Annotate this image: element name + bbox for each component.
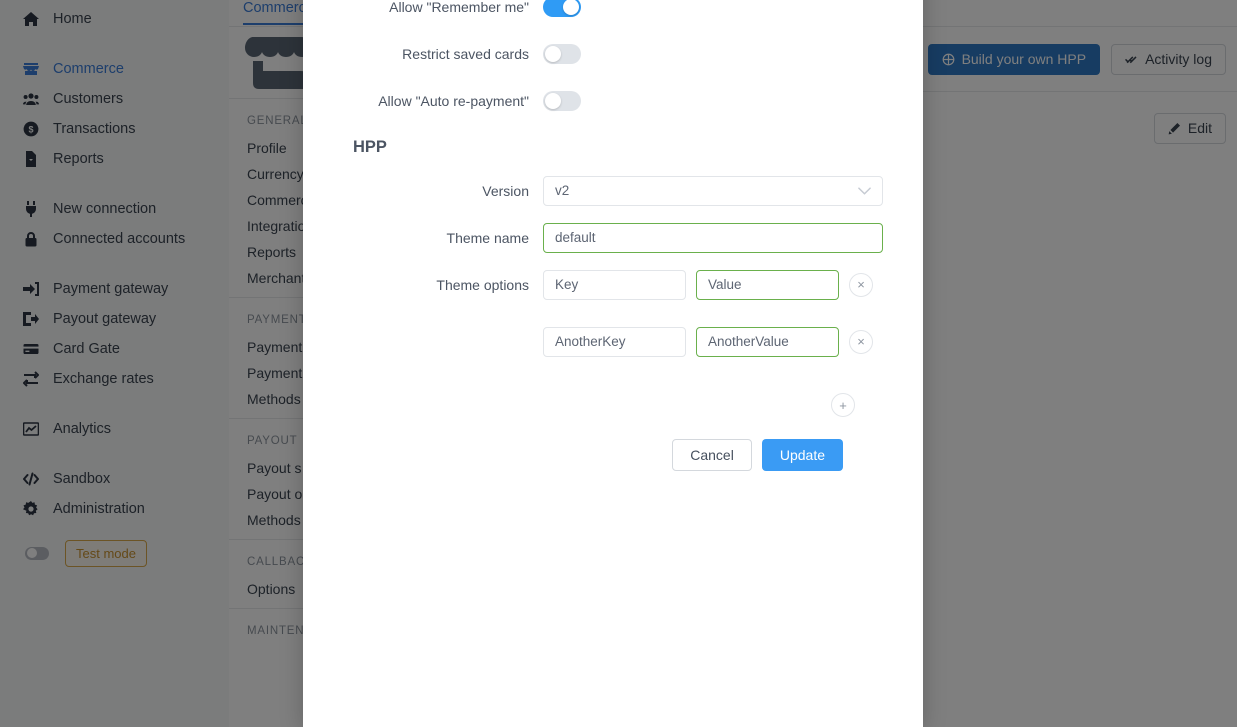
- toggle-row-allow-auto-repayment: Allow "Auto re-payment": [343, 77, 883, 124]
- field-row-theme-options-1: Theme options Key Value ×: [343, 261, 883, 308]
- app-root: Home Commerce Customers $ Transaction: [0, 0, 1237, 727]
- add-theme-option-button[interactable]: +: [831, 393, 855, 417]
- theme-option-value-input[interactable]: Value: [696, 269, 839, 300]
- allow-auto-repayment-toggle[interactable]: [543, 90, 581, 111]
- field-row-theme-options-2: AnotherKey AnotherValue ×: [343, 308, 883, 375]
- version-label: Version: [482, 182, 529, 199]
- toggle-row-allow-remember-me: Allow "Remember me": [343, 0, 883, 30]
- hpp-section-title: HPP: [353, 138, 387, 156]
- cancel-button[interactable]: Cancel: [672, 439, 752, 471]
- remove-theme-option-button[interactable]: ×: [849, 329, 873, 354]
- theme-option-key-input[interactable]: Key: [543, 269, 686, 300]
- restrict-saved-cards-label: Restrict saved cards: [402, 45, 529, 62]
- theme-options-label: Theme options: [436, 276, 529, 293]
- update-button[interactable]: Update: [761, 439, 843, 471]
- theme-name-input[interactable]: default: [543, 222, 883, 253]
- version-select[interactable]: v2: [543, 175, 883, 206]
- modal-body: Merchant name John Wick Merchant address…: [303, 0, 923, 471]
- allow-remember-me-toggle[interactable]: [543, 0, 581, 17]
- modal-footer: Cancel Update: [343, 417, 883, 471]
- theme-option-key-input[interactable]: AnotherKey: [543, 326, 686, 357]
- field-row-version: Version v2: [343, 167, 883, 214]
- toggle-row-restrict-saved-cards: Restrict saved cards: [343, 30, 883, 77]
- allow-auto-repayment-label: Allow "Auto re-payment": [378, 92, 529, 109]
- theme-option-value-input[interactable]: AnotherValue: [696, 326, 839, 357]
- allow-remember-me-label: Allow "Remember me": [389, 0, 529, 15]
- merchant-settings-modal: Merchant name John Wick Merchant address…: [303, 0, 923, 727]
- remove-theme-option-button[interactable]: ×: [849, 272, 873, 297]
- restrict-saved-cards-toggle[interactable]: [543, 43, 581, 64]
- add-theme-option-row: +: [343, 375, 883, 417]
- version-value: v2: [555, 183, 570, 198]
- chevron-down-icon: [858, 185, 871, 197]
- theme-name-label: Theme name: [446, 229, 529, 246]
- field-row-theme-name: Theme name default: [343, 214, 883, 261]
